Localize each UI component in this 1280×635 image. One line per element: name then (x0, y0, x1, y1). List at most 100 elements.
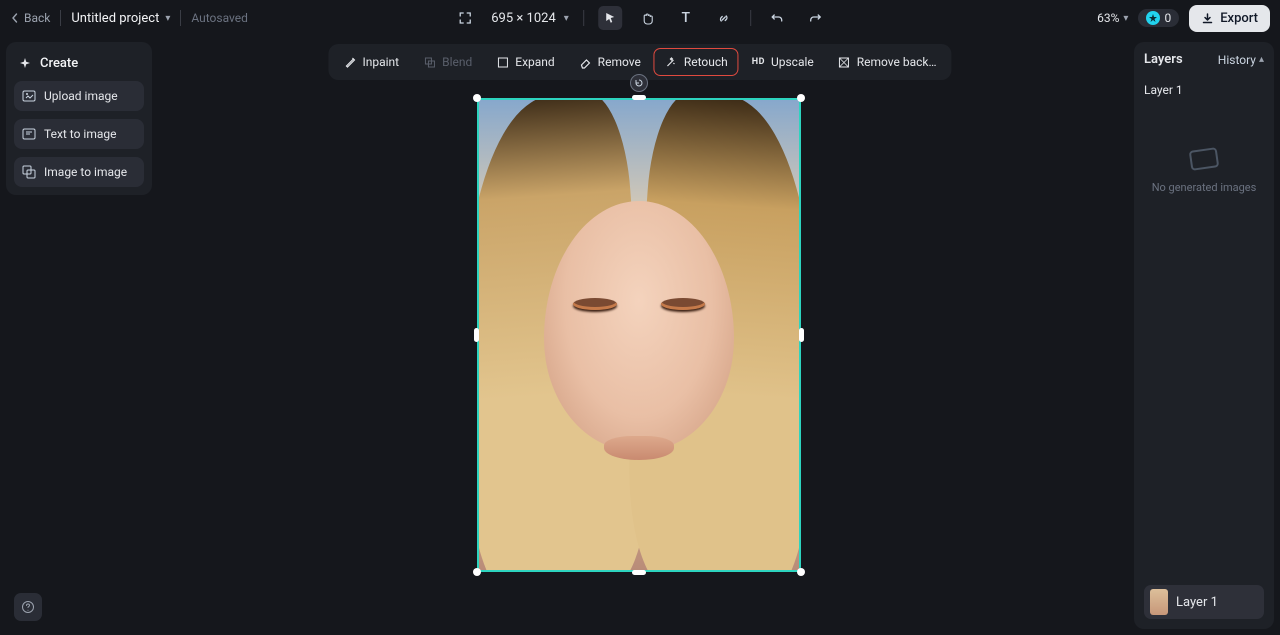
credit-icon (1146, 11, 1160, 25)
divider (180, 10, 181, 26)
image-to-image-label: Image to image (44, 165, 127, 179)
canvas-selection[interactable] (477, 98, 801, 572)
empty-state: No generated images (1144, 149, 1264, 194)
resize-handle-br[interactable] (797, 568, 805, 576)
empty-message: No generated images (1152, 181, 1257, 194)
export-button[interactable]: Export (1189, 5, 1270, 32)
resize-handle-right[interactable] (799, 328, 804, 342)
top-center-controls: 695 × 1024 ▾ T (453, 6, 827, 30)
export-label: Export (1220, 11, 1258, 26)
divider (583, 10, 584, 26)
expand-button[interactable]: Expand (485, 48, 565, 76)
layers-panel-header: Layers History ▴ (1144, 52, 1264, 67)
project-name-dropdown[interactable]: Untitled project ▾ (71, 11, 170, 26)
expand-label: Expand (515, 55, 554, 69)
history-toggle[interactable]: History ▴ (1218, 53, 1264, 67)
magic-wand-icon (343, 56, 356, 69)
layers-panel: Layers History ▴ Layer 1 No generated im… (1134, 42, 1274, 629)
remove-bg-icon (838, 56, 851, 69)
undo-icon (770, 11, 784, 25)
layer-row-static[interactable]: Layer 1 (1144, 79, 1264, 101)
upload-image-button[interactable]: Upload image (14, 81, 144, 111)
rotate-icon (634, 78, 644, 88)
divider (750, 10, 751, 26)
remove-button[interactable]: Remove (568, 48, 652, 76)
upscale-button[interactable]: HD Upscale (741, 48, 825, 76)
text-tool-button[interactable]: T (674, 6, 698, 30)
history-label: History (1218, 53, 1256, 67)
text-to-image-icon (22, 127, 36, 141)
project-name-text: Untitled project (71, 11, 159, 26)
retouch-label: Retouch (684, 55, 728, 69)
image-to-image-icon (22, 165, 36, 179)
link-tool-button[interactable] (712, 6, 736, 30)
text-icon: T (682, 10, 691, 26)
canvas-dimensions-dropdown[interactable]: 695 × 1024 ▾ (491, 11, 569, 26)
chevron-down-icon: ▾ (165, 13, 170, 24)
divider (60, 10, 61, 26)
remove-bg-label: Remove back… (857, 55, 937, 69)
help-icon (21, 600, 35, 614)
empty-images-icon (1189, 147, 1220, 171)
resize-handle-top[interactable] (632, 95, 646, 100)
image-content (604, 436, 674, 460)
chevron-left-icon (10, 13, 20, 23)
hd-icon: HD (752, 57, 765, 67)
resize-handle-left[interactable] (474, 328, 479, 342)
link-icon (717, 12, 730, 25)
layer-thumbnail (1150, 589, 1168, 615)
resize-handle-bl[interactable] (473, 568, 481, 576)
upload-image-label: Upload image (44, 89, 118, 103)
selected-layer-label: Layer 1 (1176, 595, 1218, 610)
fit-to-screen-button[interactable] (453, 6, 477, 30)
chevron-up-icon: ▴ (1259, 54, 1264, 65)
blend-icon (423, 56, 436, 69)
credits-count: 0 (1164, 11, 1171, 25)
image-content (573, 298, 617, 310)
upload-image-icon (22, 89, 36, 103)
redo-button[interactable] (803, 6, 827, 30)
cursor-icon (604, 12, 616, 24)
back-button[interactable]: Back (10, 11, 50, 25)
text-to-image-label: Text to image (44, 127, 117, 141)
redo-icon (808, 11, 822, 25)
remove-background-button[interactable]: Remove back… (827, 48, 948, 76)
hand-tool-button[interactable] (636, 6, 660, 30)
download-icon (1201, 12, 1214, 25)
layers-title: Layers (1144, 52, 1183, 67)
help-button[interactable] (14, 593, 42, 621)
hand-icon (641, 12, 654, 25)
autosaved-status: Autosaved (191, 11, 248, 25)
top-right-controls: 63% ▾ 0 Export (1097, 5, 1270, 32)
selected-layer-row[interactable]: Layer 1 (1144, 585, 1264, 619)
upscale-label: Upscale (771, 55, 814, 69)
dimensions-text: 695 × 1024 (491, 11, 556, 26)
select-tool-button[interactable] (598, 6, 622, 30)
fit-icon (458, 11, 472, 25)
blend-label: Blend (442, 55, 472, 69)
resize-handle-bottom[interactable] (632, 570, 646, 575)
chevron-down-icon: ▾ (564, 13, 569, 24)
inpaint-label: Inpaint (362, 55, 399, 69)
expand-icon (496, 56, 509, 69)
top-bar: Back Untitled project ▾ Autosaved 695 × … (0, 0, 1280, 36)
image-content (661, 298, 705, 310)
canvas-image[interactable] (477, 98, 801, 572)
remove-label: Remove (598, 55, 641, 69)
eraser-icon (579, 56, 592, 69)
retouch-button[interactable]: Retouch (654, 48, 739, 76)
resize-handle-tr[interactable] (797, 94, 805, 102)
inpaint-button[interactable]: Inpaint (332, 48, 410, 76)
credits-badge[interactable]: 0 (1138, 9, 1179, 27)
text-to-image-button[interactable]: Text to image (14, 119, 144, 149)
create-panel: Create Upload image Text to image Image … (6, 42, 152, 195)
zoom-dropdown[interactable]: 63% ▾ (1097, 11, 1128, 25)
resize-handle-tl[interactable] (473, 94, 481, 102)
image-to-image-button[interactable]: Image to image (14, 157, 144, 187)
zoom-text: 63% (1097, 11, 1119, 25)
blend-button: Blend (412, 48, 483, 76)
sparkle-icon (18, 57, 32, 71)
undo-button[interactable] (765, 6, 789, 30)
retouch-icon (665, 56, 678, 69)
rotate-handle[interactable] (630, 74, 648, 92)
